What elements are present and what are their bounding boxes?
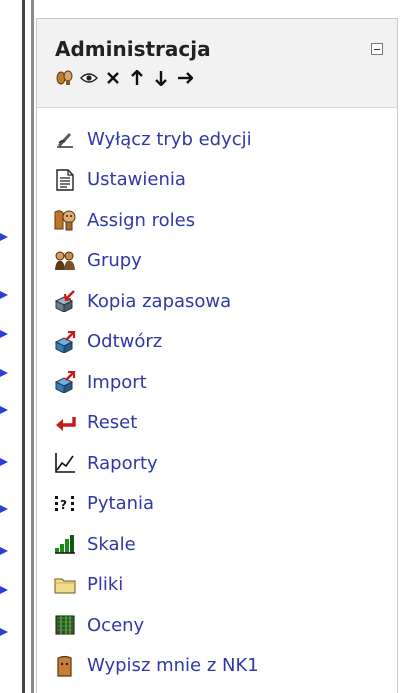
- assign-roles-link[interactable]: Assign roles: [87, 210, 195, 231]
- link-arrow-icon: [0, 504, 8, 514]
- list-item: ? Pytania: [53, 484, 383, 525]
- list-item: Odtwórz: [53, 322, 383, 363]
- restore-box-icon: [53, 330, 77, 354]
- link-arrow-icon: [0, 546, 8, 556]
- admin-menu-list: Wyłącz tryb edycji Ustawienia Assign rol…: [53, 119, 383, 686]
- backup-box-icon: [53, 289, 77, 313]
- link-arrow-icon: [0, 232, 8, 242]
- svg-text:?: ?: [60, 498, 67, 512]
- grades-grid-icon: [53, 613, 77, 637]
- list-item: Pliki: [53, 565, 383, 606]
- questions-icon: ?: [53, 492, 77, 516]
- link-arrow-icon: [0, 405, 8, 415]
- link-arrow-icon: [0, 627, 8, 637]
- list-item: Wyłącz tryb edycji: [53, 119, 383, 160]
- list-item: Raporty: [53, 443, 383, 484]
- edit-pen-icon: [53, 127, 77, 151]
- reset-arrow-icon: [53, 411, 77, 435]
- settings-document-icon: [53, 168, 77, 192]
- scales-bars-icon: [53, 532, 77, 556]
- eye-icon[interactable]: [79, 68, 99, 88]
- block-title: Administracja: [55, 37, 211, 61]
- link-arrow-icon: [0, 457, 8, 467]
- list-item: Skale: [53, 524, 383, 565]
- list-item: Reset: [53, 403, 383, 444]
- arrow-down-icon[interactable]: [151, 68, 171, 88]
- import-link[interactable]: Import: [87, 372, 147, 393]
- link-arrow-icon: [0, 329, 8, 339]
- list-item: Kopia zapasowa: [53, 281, 383, 322]
- files-link[interactable]: Pliki: [87, 574, 123, 595]
- list-item: Import: [53, 362, 383, 403]
- list-item: Wypisz mnie z NK1: [53, 646, 383, 687]
- column-divider-inner: [31, 0, 34, 693]
- backup-link[interactable]: Kopia zapasowa: [87, 291, 231, 312]
- settings-link[interactable]: Ustawienia: [87, 169, 186, 190]
- arrow-up-icon[interactable]: [127, 68, 147, 88]
- assign-roles-icon: [53, 208, 77, 232]
- link-arrow-icon: [0, 585, 8, 595]
- assign-roles-control-icon[interactable]: [55, 68, 75, 88]
- link-arrow-icon: [0, 368, 8, 378]
- column-divider: [22, 0, 25, 693]
- edit-mode-off-link[interactable]: Wyłącz tryb edycji: [87, 129, 252, 150]
- list-item: Grupy: [53, 241, 383, 282]
- list-item: Oceny: [53, 605, 383, 646]
- list-item: Ustawienia: [53, 160, 383, 201]
- list-item: Assign roles: [53, 200, 383, 241]
- groups-link[interactable]: Grupy: [87, 250, 142, 271]
- collapse-toggle-button[interactable]: [371, 43, 383, 55]
- block-header: Administracja: [37, 19, 397, 108]
- block-controls: [55, 67, 195, 89]
- import-box-icon: [53, 370, 77, 394]
- administration-block: Administracja Wyłącz tryb edycji Ustawie…: [36, 18, 398, 693]
- grades-link[interactable]: Oceny: [87, 615, 144, 636]
- arrow-right-icon[interactable]: [175, 68, 195, 88]
- unenrol-icon: [53, 654, 77, 678]
- scales-link[interactable]: Skale: [87, 534, 136, 555]
- delete-x-icon[interactable]: [103, 68, 123, 88]
- reset-link[interactable]: Reset: [87, 412, 137, 433]
- reports-chart-icon: [53, 451, 77, 475]
- restore-link[interactable]: Odtwórz: [87, 331, 162, 352]
- questions-link[interactable]: Pytania: [87, 493, 154, 514]
- groups-icon: [53, 249, 77, 273]
- folder-icon: [53, 573, 77, 597]
- link-arrow-icon: [0, 290, 8, 300]
- left-column-edge: [0, 0, 20, 693]
- reports-link[interactable]: Raporty: [87, 453, 158, 474]
- unenrol-link[interactable]: Wypisz mnie z NK1: [87, 655, 259, 676]
